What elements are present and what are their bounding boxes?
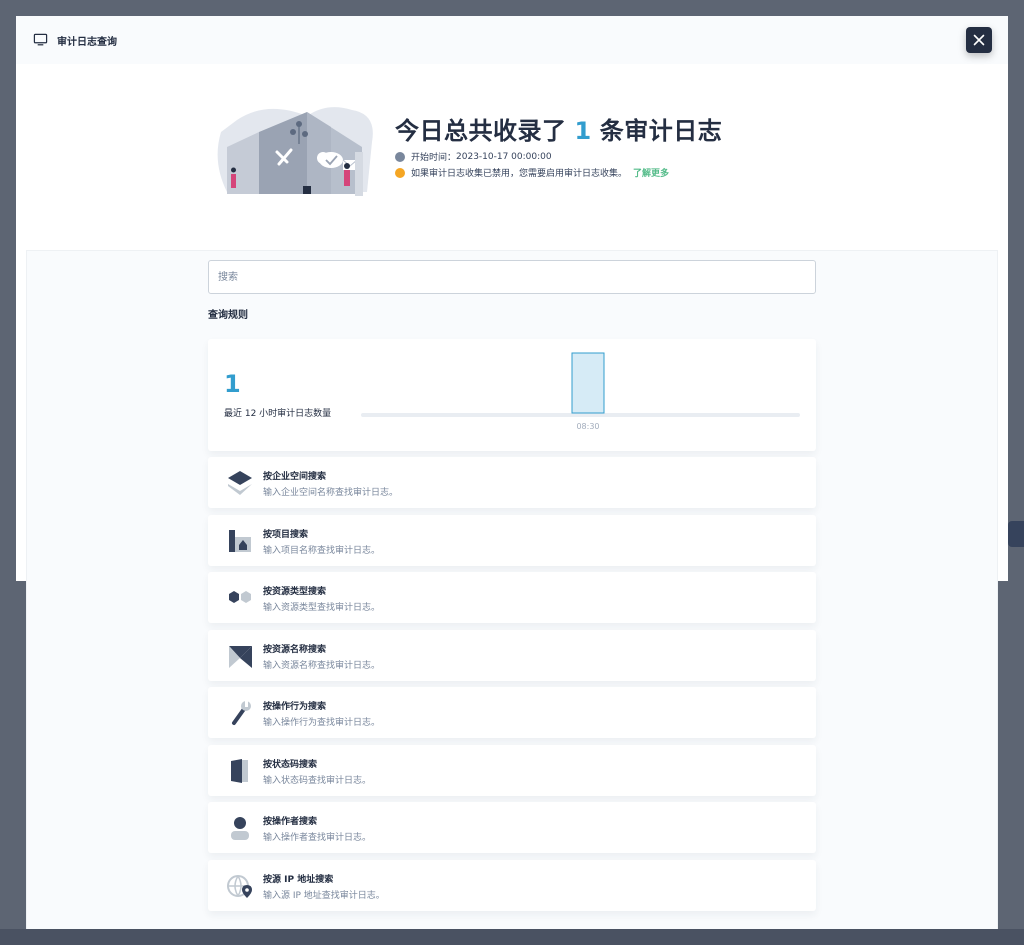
search-input[interactable] — [208, 260, 816, 294]
rule-title: 按源 IP 地址搜索 — [263, 875, 334, 885]
rule-card[interactable]: 按资源名称搜索输入资源名称查找审计日志。 — [208, 630, 816, 681]
rule-title: 按项目搜索 — [263, 530, 309, 540]
bottom-strip — [0, 929, 1024, 945]
dialog-title: 审计日志查询 — [57, 37, 117, 48]
close-button[interactable] — [966, 27, 992, 53]
rule-card[interactable]: 按资源类型搜索输入资源类型查找审计日志。 — [208, 572, 816, 623]
rule-title: 按资源类型搜索 — [263, 587, 327, 597]
rule-description: 输入企业空间名称查找审计日志。 — [263, 488, 399, 498]
rule-description: 输入项目名称查找审计日志。 — [263, 546, 381, 556]
log-count-label: 最近 12 小时审计日志数量 — [224, 409, 332, 419]
user-icon — [231, 817, 249, 840]
workspace-icon — [228, 471, 252, 495]
log-count-value: 1 — [224, 370, 241, 398]
rule-title: 按状态码搜索 — [263, 760, 318, 770]
clock-icon — [395, 151, 405, 162]
wrench-icon — [232, 701, 251, 725]
start-time-label: 开始时间： — [411, 153, 457, 163]
log-count-chart: 08:30 — [361, 352, 800, 431]
rule-title: 按企业空间搜索 — [263, 472, 327, 482]
hero-title: 今日总共收录了 1 条审计日志 — [395, 111, 722, 146]
hero-title-prefix: 今日总共收录了 — [395, 117, 567, 145]
audit-illustration — [217, 107, 373, 196]
rule-card[interactable]: 按源 IP 地址搜索输入源 IP 地址查找审计日志。 — [208, 860, 816, 911]
rule-card[interactable]: 按状态码搜索输入状态码查找审计日志。 — [208, 745, 816, 796]
start-time-value: 2023-10-17 00:00:00 — [456, 151, 552, 162]
rule-title: 按资源名称搜索 — [263, 645, 327, 655]
rule-description: 输入操作行为查找审计日志。 — [263, 718, 381, 728]
rule-card[interactable]: 按操作者搜索输入操作者查找审计日志。 — [208, 802, 816, 853]
chart-bar[interactable] — [571, 352, 605, 414]
rule-description: 输入资源类型查找审计日志。 — [263, 603, 381, 613]
resource-type-icon — [229, 591, 251, 603]
rule-title: 按操作行为搜索 — [263, 702, 327, 712]
start-time-row: 开始时间： 2023-10-17 00:00:00 — [395, 150, 552, 163]
rule-card[interactable]: 按企业空间搜索输入企业空间名称查找审计日志。 — [208, 457, 816, 508]
globe-location-icon — [227, 875, 252, 898]
learn-more-link[interactable]: 了解更多 — [633, 166, 669, 179]
side-toggle-button[interactable] — [1008, 521, 1024, 547]
monitor-icon — [33, 33, 48, 46]
hero-count: 1 — [574, 117, 592, 145]
log-count-card: 1 最近 12 小时审计日志数量 08:30 — [208, 339, 816, 451]
resource-name-icon — [229, 646, 252, 668]
rule-description: 输入源 IP 地址查找审计日志。 — [263, 891, 385, 901]
rule-card[interactable]: 按项目搜索输入项目名称查找审计日志。 — [208, 515, 816, 566]
rule-description: 输入资源名称查找审计日志。 — [263, 661, 381, 671]
rule-card[interactable]: 按操作行为搜索输入操作行为查找审计日志。 — [208, 687, 816, 738]
rule-title: 按操作者搜索 — [263, 817, 318, 827]
dialog-header: 审计日志查询 — [16, 16, 1008, 64]
rule-description: 输入状态码查找审计日志。 — [263, 776, 372, 786]
warning-row: 如果审计日志收集已禁用，您需要启用审计日志收集。 了解更多 — [395, 166, 669, 179]
warning-icon — [395, 167, 405, 178]
project-icon — [229, 530, 251, 552]
rule-description: 输入操作者查找审计日志。 — [263, 833, 372, 843]
chart-x-tick-label: 08:30 — [576, 422, 599, 431]
rules-title: 查询规则 — [208, 310, 248, 321]
close-icon — [973, 34, 985, 46]
door-icon — [231, 759, 248, 783]
hero-title-suffix: 条审计日志 — [599, 117, 723, 145]
warning-text: 如果审计日志收集已禁用，您需要启用审计日志收集。 — [411, 169, 628, 179]
